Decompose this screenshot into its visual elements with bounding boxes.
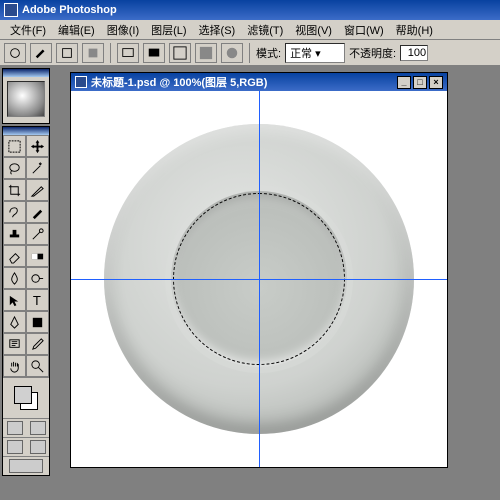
app-title-bar: Adobe Photoshop	[0, 0, 500, 20]
svg-text:T: T	[33, 293, 41, 308]
close-button[interactable]: ×	[429, 76, 443, 89]
lasso-tool-icon[interactable]	[3, 157, 26, 179]
menu-layer[interactable]: 图层(L)	[145, 20, 192, 40]
menu-bar: 文件(F) 编辑(E) 图像(I) 图层(L) 选择(S) 滤镜(T) 视图(V…	[0, 20, 500, 40]
menu-window[interactable]: 窗口(W)	[338, 20, 390, 40]
document-title-bar[interactable]: 未标题-1.psd @ 100%(图层 5,RGB) _ □ ×	[71, 73, 447, 91]
heal-tool-icon[interactable]	[3, 201, 26, 223]
toolbox: T	[2, 126, 50, 476]
eraser-tool-icon[interactable]	[3, 245, 26, 267]
wand-tool-icon[interactable]	[26, 157, 49, 179]
move-tool-icon[interactable]	[26, 135, 49, 157]
workspace: T 未标题-1.psd @ 100%(图层	[0, 66, 500, 500]
menu-help[interactable]: 帮助(H)	[390, 20, 439, 40]
quickmask-off-icon[interactable]	[56, 43, 78, 63]
app-logo-icon	[4, 3, 18, 17]
doc-logo-icon	[75, 76, 87, 88]
minimize-button[interactable]: _	[397, 76, 411, 89]
menu-file[interactable]: 文件(F)	[4, 20, 52, 40]
guide-horizontal[interactable]	[71, 279, 447, 280]
shape-tool-icon[interactable]	[26, 311, 49, 333]
zoom-tool-icon[interactable]	[26, 355, 49, 377]
dodge-tool-icon[interactable]	[26, 267, 49, 289]
brush-picker-icon[interactable]	[30, 43, 52, 63]
brush-thumbnail	[7, 81, 45, 117]
quickmask-mode-icon[interactable]	[30, 421, 46, 435]
menu-select[interactable]: 选择(S)	[193, 20, 242, 40]
menu-image[interactable]: 图像(I)	[101, 20, 145, 40]
path-select-icon[interactable]	[3, 289, 26, 311]
screen-extra2-icon[interactable]	[221, 43, 243, 63]
brush-preset-icon[interactable]	[4, 43, 26, 63]
document-window: 未标题-1.psd @ 100%(图层 5,RGB) _ □ ×	[70, 72, 448, 468]
screenmode-1-icon[interactable]	[7, 440, 23, 454]
brush-preview-panel[interactable]	[2, 68, 50, 124]
screen-std-icon[interactable]	[117, 43, 139, 63]
panel-grip[interactable]	[3, 69, 49, 77]
type-tool-icon[interactable]: T	[26, 289, 49, 311]
quickmask-on-icon[interactable]	[82, 43, 104, 63]
options-bar: 模式: 正常 ▾ 不透明度:	[0, 40, 500, 66]
menu-view[interactable]: 视图(V)	[289, 20, 338, 40]
pen-tool-icon[interactable]	[3, 311, 26, 333]
slice-tool-icon[interactable]	[26, 179, 49, 201]
color-swatch-panel	[3, 377, 49, 418]
brush-tool-icon[interactable]	[26, 201, 49, 223]
separator	[249, 43, 250, 63]
blend-mode-select[interactable]: 正常 ▾	[285, 43, 345, 63]
screenmode-2-icon[interactable]	[30, 440, 46, 454]
canvas[interactable]	[71, 91, 447, 467]
maximize-button[interactable]: □	[413, 76, 427, 89]
eyedropper-tool-icon[interactable]	[26, 333, 49, 355]
foreground-color-icon[interactable]	[14, 386, 32, 404]
opacity-input[interactable]	[400, 45, 428, 61]
document-title: 未标题-1.psd @ 100%(图层 5,RGB)	[91, 74, 267, 90]
crop-tool-icon[interactable]	[3, 179, 26, 201]
notes-tool-icon[interactable]	[3, 333, 26, 355]
stamp-tool-icon[interactable]	[3, 223, 26, 245]
menu-filter[interactable]: 滤镜(T)	[241, 20, 289, 40]
screen-full-icon[interactable]	[169, 43, 191, 63]
jump-to-icon[interactable]	[9, 459, 43, 473]
opacity-label: 不透明度:	[349, 45, 396, 61]
blur-tool-icon[interactable]	[3, 267, 26, 289]
hand-tool-icon[interactable]	[3, 355, 26, 377]
screen-menu-icon[interactable]	[143, 43, 165, 63]
screen-extra-icon[interactable]	[195, 43, 217, 63]
separator	[110, 43, 111, 63]
app-title: Adobe Photoshop	[22, 4, 117, 16]
menu-edit[interactable]: 编辑(E)	[52, 20, 101, 40]
color-swatch[interactable]	[14, 386, 38, 410]
standard-mode-icon[interactable]	[7, 421, 23, 435]
history-brush-icon[interactable]	[26, 223, 49, 245]
mode-label: 模式:	[256, 45, 281, 61]
toolbox-grip[interactable]	[3, 127, 49, 135]
gradient-tool-icon[interactable]	[26, 245, 49, 267]
marquee-tool-icon[interactable]	[3, 135, 26, 157]
